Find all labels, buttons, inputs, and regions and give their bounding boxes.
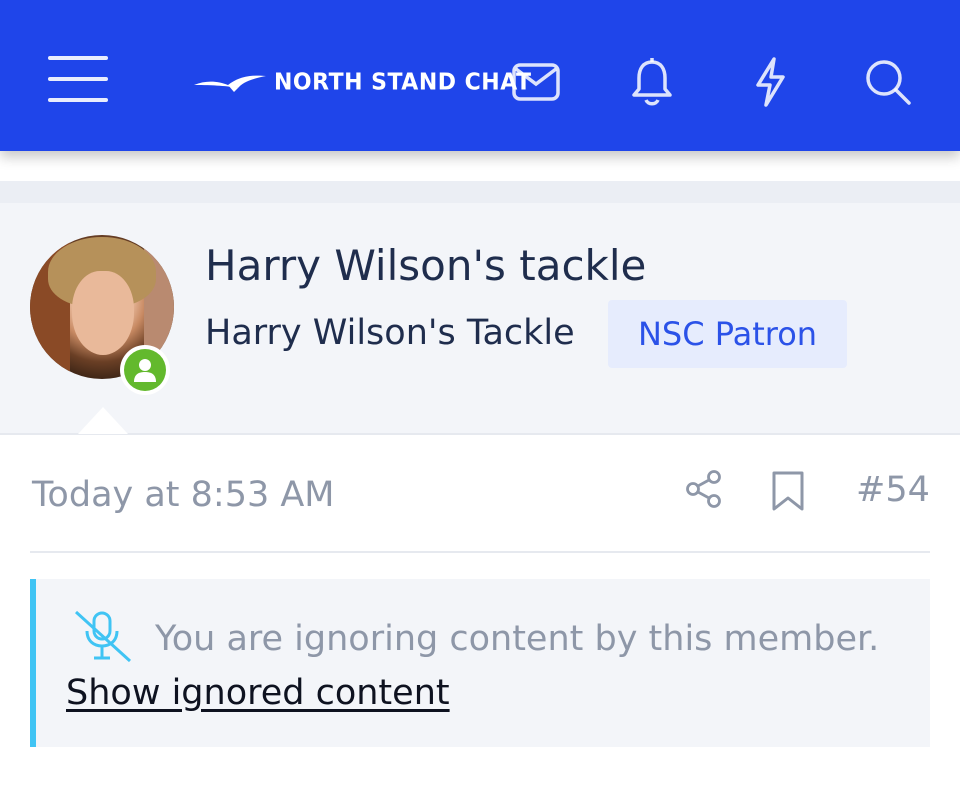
divider (30, 551, 930, 553)
online-status-badge (120, 345, 170, 395)
post-date[interactable]: Today at 8:53 AM (32, 475, 335, 515)
bookmark-icon[interactable] (770, 470, 806, 512)
username[interactable]: Harry Wilson's tackle (205, 241, 646, 290)
share-icon[interactable] (684, 469, 724, 509)
spacer (0, 151, 960, 181)
separator-strip (0, 181, 960, 203)
ignored-content-notice: You are ignoring content by this member.… (30, 579, 930, 747)
user-title: Harry Wilson's Tackle (205, 313, 575, 353)
muted-microphone-icon (72, 609, 132, 663)
user-icon (134, 359, 156, 382)
lightning-icon[interactable] (744, 56, 796, 108)
show-ignored-content-link[interactable]: Show ignored content (66, 673, 450, 713)
top-navigation-bar: NORTH STAND CHAT (0, 0, 960, 151)
site-logo[interactable]: NORTH STAND CHAT (192, 66, 532, 98)
user-banner: NSC Patron (608, 300, 847, 368)
post-user-panel: Harry Wilson's tackle Harry Wilson's Tac… (0, 203, 960, 435)
logo-text: NORTH STAND CHAT (274, 68, 532, 96)
envelope-icon[interactable] (510, 56, 562, 108)
seagull-icon (194, 75, 266, 92)
post-number-link[interactable]: #54 (856, 470, 930, 510)
bell-icon[interactable] (626, 56, 678, 108)
ignored-message: You are ignoring content by this member. (155, 619, 880, 659)
panel-arrow (78, 407, 128, 434)
search-icon[interactable] (862, 56, 914, 108)
menu-icon[interactable] (48, 56, 108, 106)
